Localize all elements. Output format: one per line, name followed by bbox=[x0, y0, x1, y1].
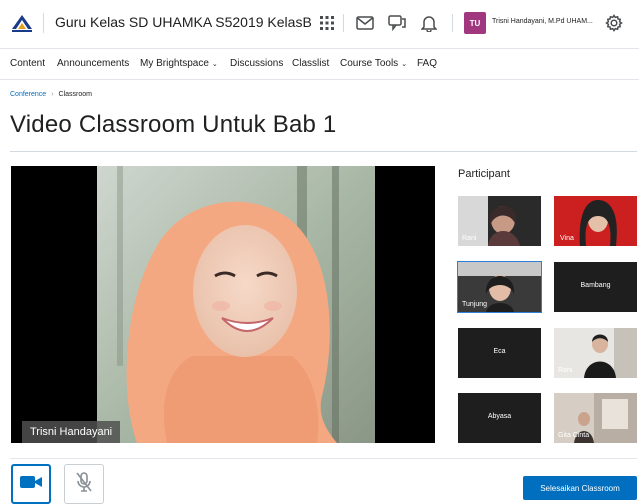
bell-icon[interactable] bbox=[419, 13, 439, 33]
participant-tile[interactable]: Vina bbox=[554, 196, 637, 246]
chevron-down-icon: ⌄ bbox=[211, 61, 218, 68]
breadcrumb: Conference › Classroom bbox=[10, 91, 92, 98]
participant-name: Eca bbox=[493, 348, 506, 355]
course-title[interactable]: Guru Kelas SD UHAMKA S52019 KelasB bbox=[55, 14, 312, 30]
gear-icon[interactable] bbox=[604, 13, 624, 33]
participant-tile[interactable]: Abyasa bbox=[458, 393, 541, 443]
chat-icon[interactable] bbox=[387, 13, 407, 33]
participant-tile[interactable]: Bambang bbox=[554, 262, 637, 312]
breadcrumb-link-conference[interactable]: Conference bbox=[10, 91, 46, 98]
participant-name: Abyasa bbox=[487, 413, 512, 420]
video-camera-icon bbox=[19, 474, 43, 495]
participant-name: Bambang bbox=[580, 282, 611, 289]
participant-tile[interactable]: Tunjung bbox=[457, 261, 542, 313]
participant-name: Vina bbox=[560, 235, 574, 242]
participant-name: Rani bbox=[558, 367, 573, 374]
nav-item-announcements[interactable]: Announcements bbox=[57, 58, 129, 69]
nav-item-course-tools[interactable]: Course Tools ⌄ bbox=[340, 58, 407, 69]
participant-tile[interactable]: Eca bbox=[458, 328, 541, 378]
main-video-stage[interactable]: Trisni Handayani bbox=[11, 166, 435, 443]
nav-item-my-brightspace[interactable]: My Brightspace ⌄ bbox=[140, 58, 218, 69]
nav-item-classlist[interactable]: Classlist bbox=[292, 58, 329, 69]
nav-item-discussions[interactable]: Discussions bbox=[230, 58, 283, 69]
breadcrumb-separator: › bbox=[51, 91, 54, 98]
chevron-down-icon: ⌄ bbox=[401, 61, 408, 68]
course-navbar: Content Announcements My Brightspace ⌄ Di… bbox=[0, 48, 639, 80]
icon-divider bbox=[343, 14, 344, 32]
uhamka-logo-icon[interactable] bbox=[10, 11, 34, 35]
speaker-video-feed bbox=[97, 166, 375, 443]
participant-tile[interactable]: Gita Cinta bbox=[554, 393, 637, 443]
title-divider bbox=[10, 151, 637, 152]
speaker-name-tag: Trisni Handayani bbox=[22, 421, 121, 443]
participant-name: Rani bbox=[462, 235, 477, 242]
participant-tile[interactable]: Rani bbox=[554, 328, 637, 378]
participant-name: Gita Cinta bbox=[558, 432, 590, 439]
mail-icon[interactable] bbox=[355, 13, 375, 33]
user-avatar[interactable]: TU bbox=[464, 12, 486, 34]
nav-item-faq[interactable]: FAQ bbox=[417, 58, 437, 69]
breadcrumb-current: Classroom bbox=[58, 91, 92, 98]
participant-tile[interactable]: Rani bbox=[458, 196, 541, 246]
microphone-toggle-button[interactable] bbox=[64, 464, 104, 504]
participant-heading: Participant bbox=[458, 168, 510, 180]
microphone-muted-icon bbox=[75, 471, 93, 498]
finish-classroom-button[interactable]: Selesaikan Classroom bbox=[523, 476, 637, 500]
nav-item-content[interactable]: Content bbox=[10, 58, 45, 69]
controls-divider bbox=[10, 458, 637, 459]
apps-grid-icon[interactable] bbox=[317, 13, 337, 33]
top-bar: Guru Kelas SD UHAMKA S52019 KelasB TU Tr… bbox=[0, 0, 639, 46]
camera-toggle-button[interactable] bbox=[11, 464, 51, 504]
icon-divider bbox=[452, 14, 453, 32]
page-title: Video Classroom Untuk Bab 1 bbox=[10, 111, 337, 138]
header-divider bbox=[43, 13, 44, 33]
participant-name: Tunjung bbox=[462, 301, 488, 308]
user-name[interactable]: Trisni Handayani, M.Pd UHAM... bbox=[492, 18, 593, 25]
